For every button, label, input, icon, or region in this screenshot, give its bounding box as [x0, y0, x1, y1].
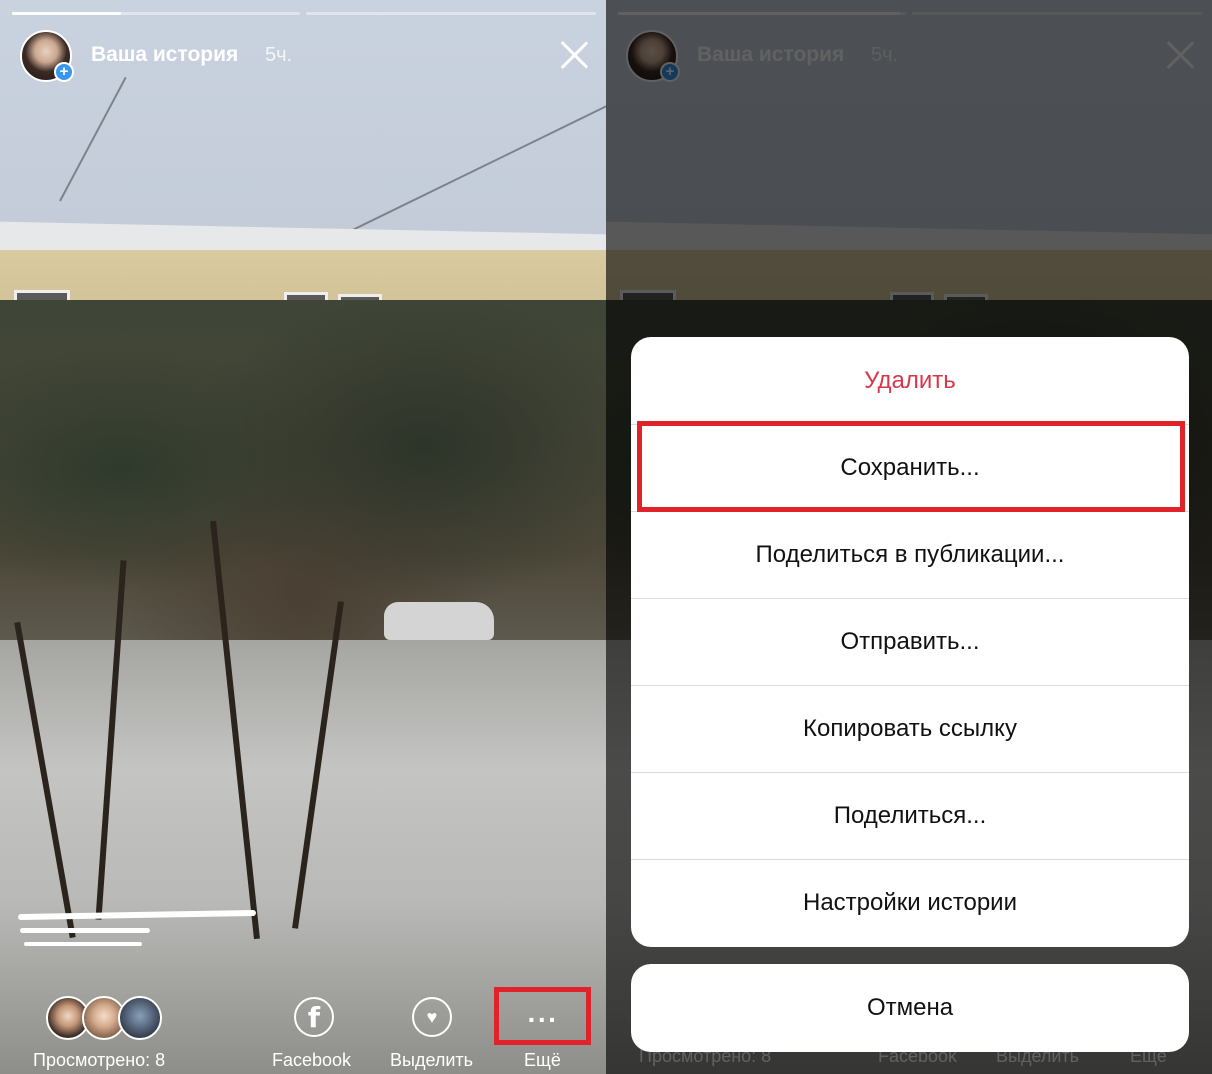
story-settings-button[interactable]: Настройки истории	[631, 859, 1189, 946]
facebook-icon[interactable]: f	[294, 997, 334, 1037]
close-icon[interactable]	[559, 40, 589, 70]
share-button[interactable]: Поделиться...	[631, 772, 1189, 859]
highlight-more-box	[494, 987, 591, 1045]
delete-button[interactable]: Удалить	[631, 337, 1189, 424]
facebook-label[interactable]: Facebook	[272, 1050, 351, 1071]
story-view-panel: + Ваша история 5ч. Просмотрено: 8 f Face…	[0, 0, 606, 1074]
send-button[interactable]: Отправить...	[631, 598, 1189, 685]
story-title: Ваша история	[91, 43, 239, 66]
highlight-label[interactable]: Выделить	[390, 1050, 473, 1071]
caption-redacted	[24, 942, 142, 946]
caption-redacted	[20, 928, 150, 933]
more-label[interactable]: Ещё	[524, 1050, 561, 1071]
story-progress-1	[12, 12, 300, 15]
highlight-save-box	[637, 421, 1185, 512]
story-time: 5ч.	[265, 44, 293, 66]
copy-link-button[interactable]: Копировать ссылку	[631, 685, 1189, 772]
viewed-count[interactable]: Просмотрено: 8	[33, 1050, 165, 1071]
story-progress-2	[306, 12, 596, 15]
action-sheet-panel: + Ваша история 5ч. Просмотрено: 8 Facebo…	[606, 0, 1212, 1074]
share-to-post-button[interactable]: Поделиться в публикации...	[631, 511, 1189, 598]
plus-icon[interactable]: +	[54, 62, 74, 82]
cancel-button[interactable]: Отмена	[631, 964, 1189, 1052]
heart-icon[interactable]: ♥	[412, 997, 452, 1037]
